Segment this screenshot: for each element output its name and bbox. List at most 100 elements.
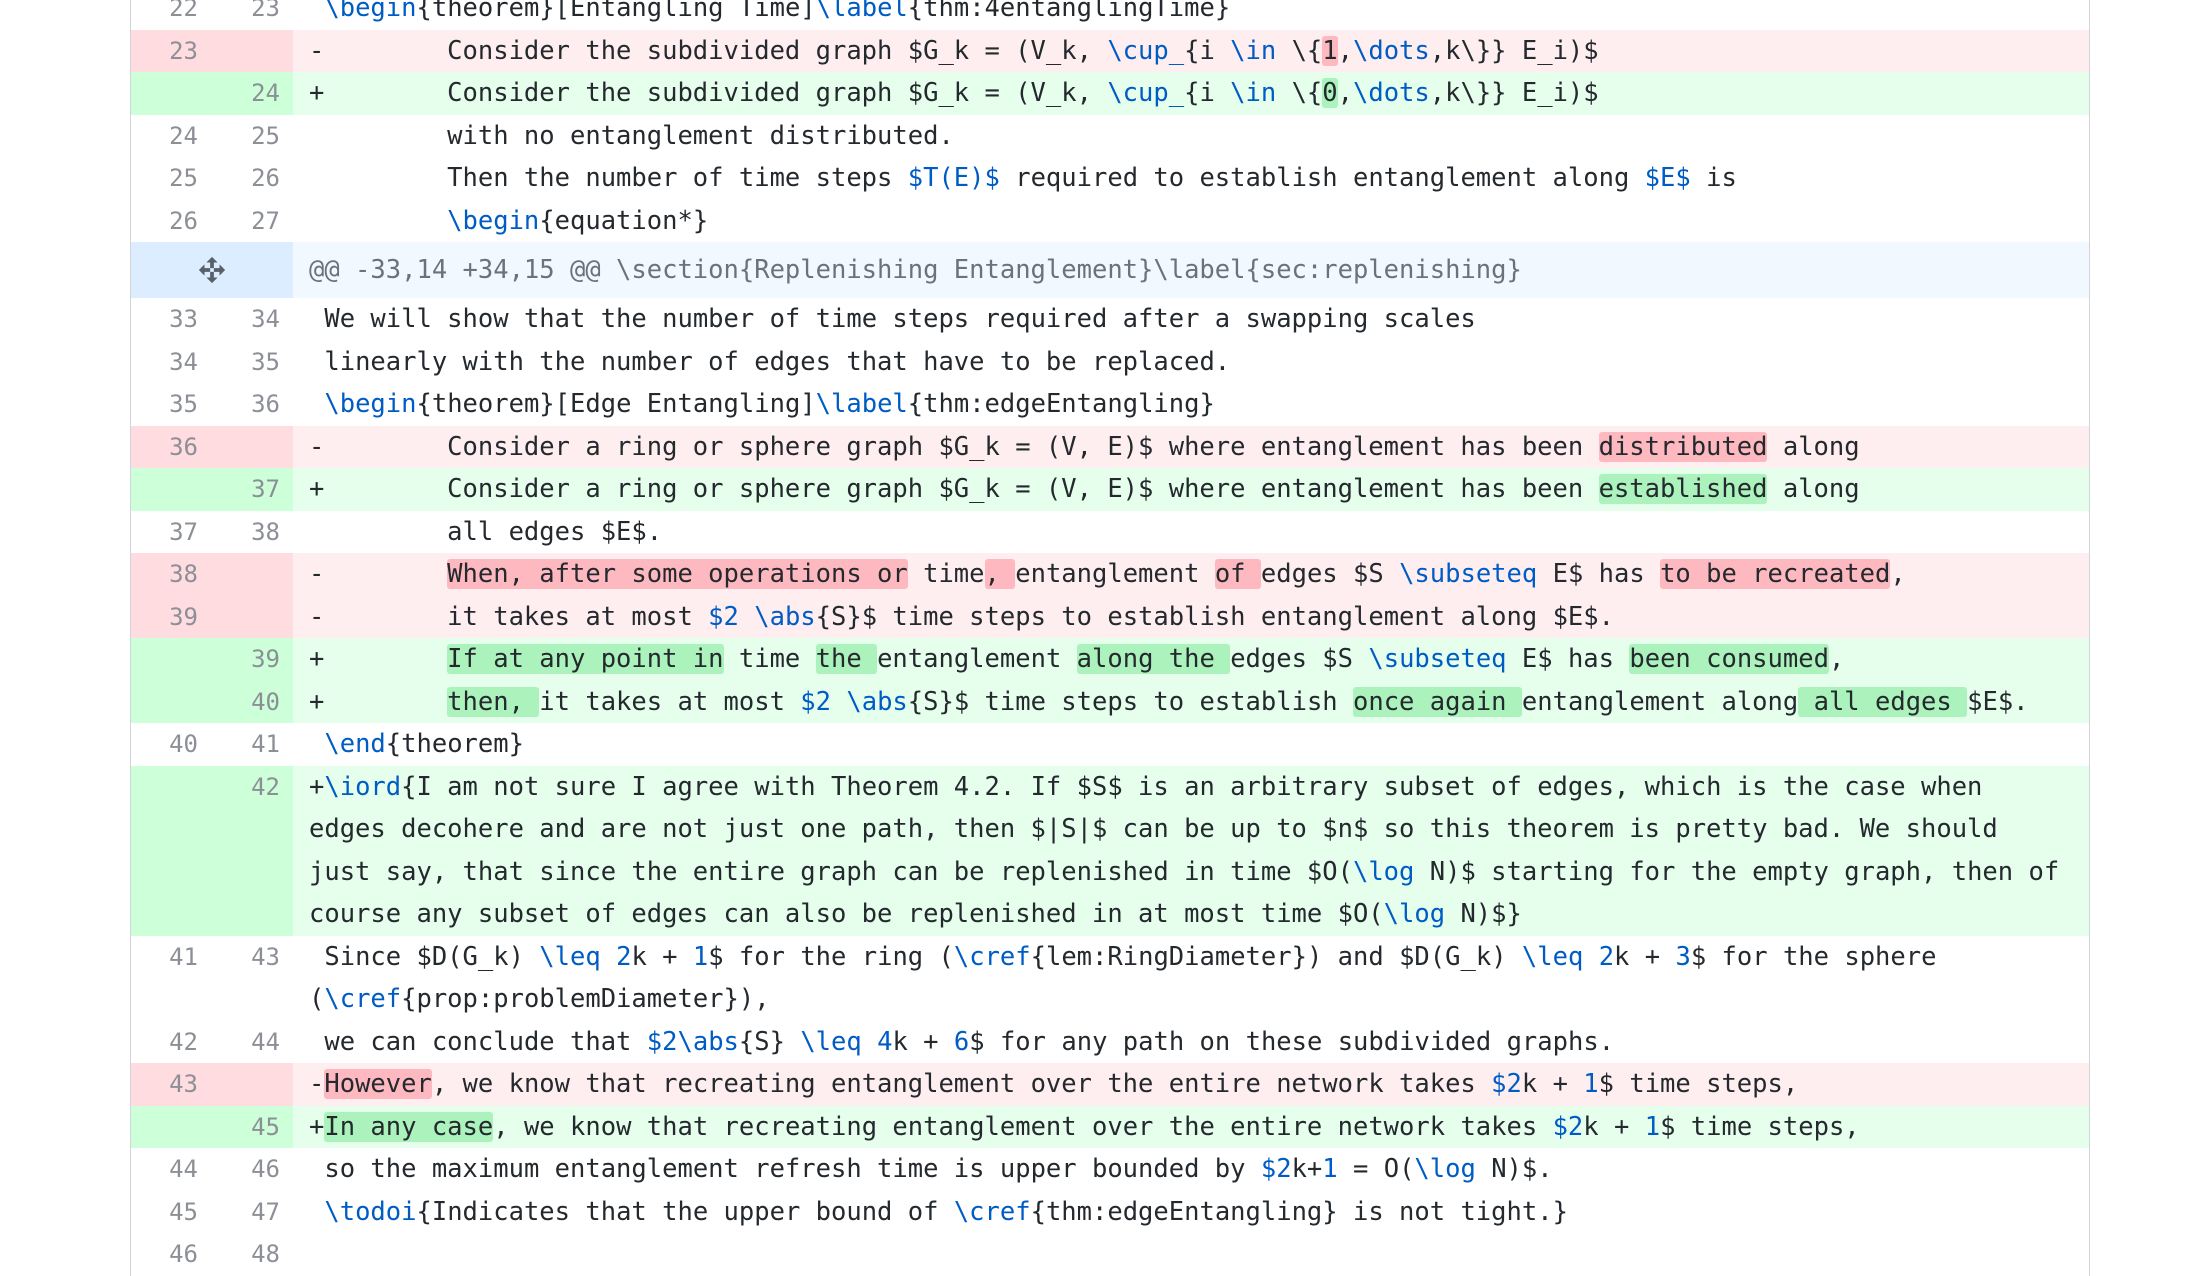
old-line-number[interactable]: 35 [131,383,211,426]
code-text: edges $S [1260,559,1400,589]
changed-text-highlight: once again [1353,686,1522,717]
old-line-number[interactable]: 41 [131,936,211,1021]
code-text: $ time steps, [1598,1069,1799,1099]
code-line: + If at any point in time the entangleme… [293,638,2089,681]
latex-command: $2 [1260,1154,1292,1184]
old-line-number[interactable]: 44 [131,1148,211,1191]
code-text: - Consider the subdivided graph $G_k = (… [309,35,1108,66]
old-line-number[interactable]: 34 [131,341,211,384]
code-line: \todoi{Indicates that the upper bound of… [293,1191,2089,1234]
latex-command: \log [1383,899,1446,929]
old-line-number[interactable] [131,72,211,115]
latex-command: \begin [324,0,417,23]
latex-command: \subseteq [1399,559,1538,589]
old-line-number[interactable]: 40 [131,723,211,766]
old-line-number[interactable]: 39 [131,595,211,638]
old-line-number[interactable] [131,1105,211,1148]
new-line-number[interactable]: 40 [211,680,293,723]
new-line-number[interactable]: 37 [211,468,293,511]
old-line-number[interactable]: 33 [131,298,211,341]
code-line: with no entanglement distributed. [293,115,2089,158]
code-text: {thm:4entanglingTime} [907,0,1231,23]
code-text: entanglement [1015,559,1215,589]
old-line-number[interactable]: 38 [131,553,211,596]
latex-command: \todoi [324,1196,417,1227]
new-line-number[interactable]: 25 [211,115,293,158]
old-line-number[interactable] [131,638,211,681]
code-text: {thm:edgeEntangling} [907,389,1215,419]
changed-text-highlight: the [815,644,878,674]
old-line-number[interactable]: 42 [131,1021,211,1064]
new-line-number[interactable]: 24 [211,72,293,115]
old-line-number[interactable] [131,468,211,511]
old-line-number[interactable] [131,765,211,936]
new-line-number[interactable]: 39 [211,638,293,681]
code-text: We will show that the number of time ste… [309,304,1476,334]
new-line-number[interactable]: 38 [211,511,293,554]
hunk-header-text: @@ -33,14 +34,15 @@ \section{Replenishin… [309,255,1522,285]
code-line: - it takes at most $2 \abs{S}$ time step… [293,596,2089,639]
new-line-number[interactable]: 35 [211,341,293,384]
context-line: 40 41 \end{theorem} [131,723,2089,766]
code-text: so the maximum entanglement refresh time… [309,1154,1261,1184]
old-line-number[interactable]: 46 [131,1233,211,1276]
new-line-number[interactable]: 47 [211,1191,293,1234]
expand-button[interactable] [131,242,293,298]
new-line-number[interactable]: 23 [211,0,293,30]
new-line-number[interactable] [211,595,293,638]
code-text: {theorem} [385,729,524,759]
old-line-number[interactable]: 26 [131,200,211,243]
new-line-number[interactable]: 36 [211,383,293,426]
latex-command: 1 [692,941,709,972]
latex-command: \log [1352,856,1415,887]
new-line-number[interactable]: 27 [211,200,293,243]
new-line-number[interactable] [211,1063,293,1106]
code-text: k + [631,941,693,972]
code-text: along [1767,474,1860,504]
code-text: $E$. [1967,686,2029,717]
latex-command: \leq [1521,941,1584,972]
context-line: 37 38 all edges $E$. [131,510,2089,554]
context-line: 24 25 with no entanglement distributed. [131,114,2089,158]
old-line-number[interactable]: 45 [131,1191,211,1234]
new-line-number[interactable]: 46 [211,1148,293,1191]
context-line: 25 26 Then the number of time steps $T(E)… [131,157,2089,200]
new-line-number[interactable]: 48 [211,1233,293,1276]
context-line: 41 43 Since $D(G_k) \leq 2k + 1$ for the … [131,935,2089,1021]
new-line-number[interactable]: 41 [211,723,293,766]
changed-text-highlight: to be recreated [1660,559,1891,589]
context-line: 34 35 linearly with the number of edges t… [131,340,2089,384]
old-line-number[interactable]: 43 [131,1063,211,1106]
old-line-number[interactable] [131,680,211,723]
changed-text-highlight: of [1214,559,1261,589]
new-line-number[interactable]: 26 [211,157,293,200]
code-text: k + [1521,1069,1584,1099]
new-line-number[interactable]: 42 [211,765,293,936]
new-line-number[interactable]: 44 [211,1021,293,1064]
new-line-number[interactable] [211,29,293,72]
latex-command: \cref [953,941,1031,972]
context-line: 33 34 We will show that the number of tim… [131,298,2089,341]
latex-command: $E$ [1644,163,1691,193]
added-line: 40 + then, it takes at most $2 \abs{S}$ t… [131,680,2089,723]
code-text: entanglement [877,644,1077,674]
old-line-number[interactable]: 25 [131,157,211,200]
latex-command: $2 [708,601,755,632]
code-text: we can conclude that [309,1026,647,1057]
old-line-number[interactable]: 36 [131,425,211,468]
old-line-number[interactable]: 22 [131,0,211,30]
new-line-number[interactable] [211,425,293,468]
new-line-number[interactable] [211,553,293,596]
new-line-number[interactable]: 45 [211,1105,293,1148]
old-line-number[interactable]: 37 [131,511,211,554]
latex-command: 4 [877,1026,893,1057]
new-line-number[interactable]: 43 [211,936,293,1021]
new-line-number[interactable]: 34 [211,298,293,341]
code-line: \begin{equation*} [293,200,2089,243]
old-line-number[interactable]: 23 [131,29,211,72]
old-line-number[interactable]: 24 [131,115,211,158]
code-text: {i [1184,35,1231,66]
